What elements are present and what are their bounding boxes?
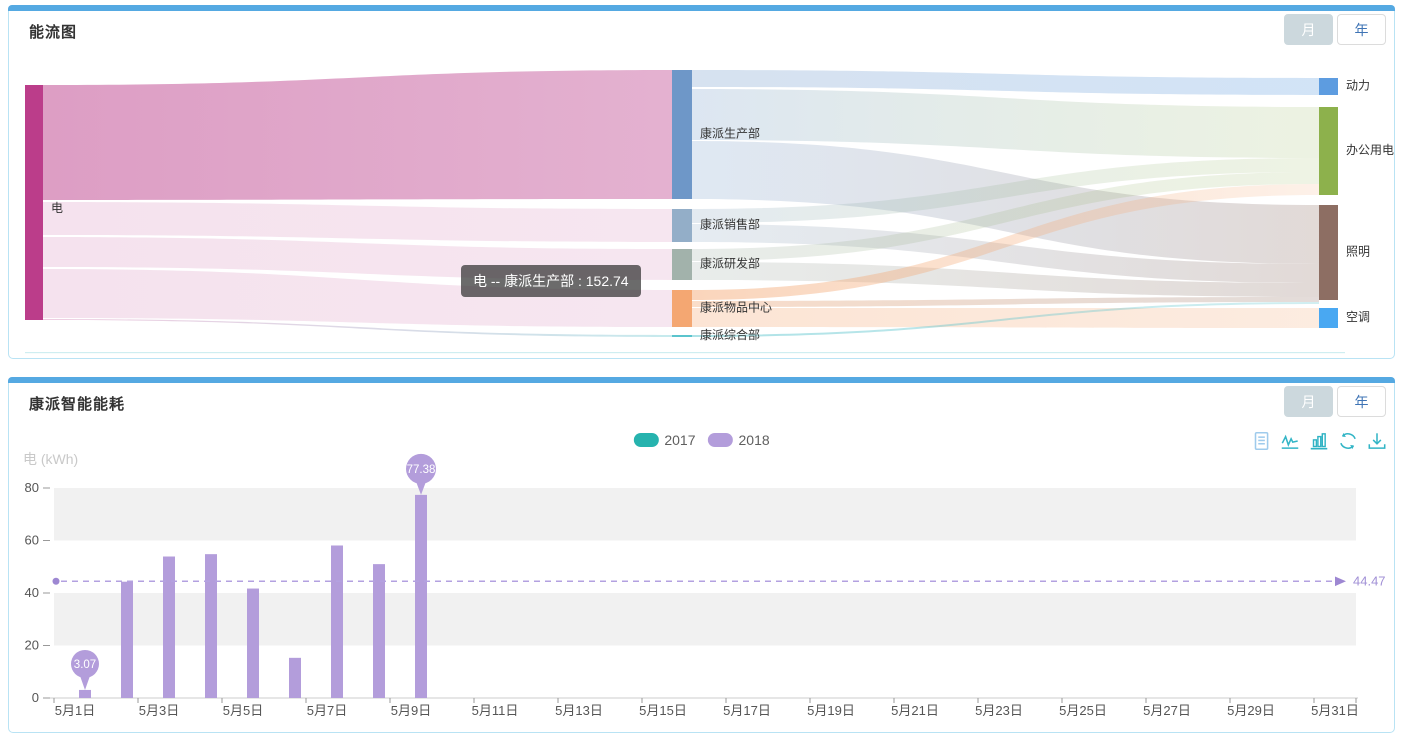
x-tick-label: 5月21日 bbox=[891, 703, 939, 718]
sankey-node-康派销售部[interactable] bbox=[672, 209, 692, 242]
toolbox-bar-chart-icon[interactable] bbox=[1308, 430, 1330, 452]
sankey-link-康派物品中心-照明[interactable] bbox=[692, 297, 1319, 307]
x-tick-label: 5月25日 bbox=[1059, 703, 1107, 718]
sankey-node-label: 动力 bbox=[1346, 79, 1370, 93]
x-tick-label: 5月27日 bbox=[1143, 703, 1191, 718]
sankey-node-label: 康派综合部 bbox=[700, 327, 760, 342]
chart-legend: 2017 2018 bbox=[633, 432, 769, 448]
sankey-link-电-康派生产部[interactable] bbox=[43, 70, 672, 200]
energy-consumption-panel: 康派智能能耗 月 年 2017 2018 电 (kWh) 0 20 40 60 bbox=[8, 377, 1395, 733]
avg-line-label: 44.47 bbox=[1353, 573, 1386, 588]
sankey-node-康派物品中心[interactable] bbox=[672, 290, 692, 327]
avg-line-arrow bbox=[1335, 576, 1346, 586]
min-pin: 3.07 bbox=[71, 650, 99, 690]
sankey-node-label: 空调 bbox=[1346, 310, 1370, 324]
bar-5月8日[interactable] bbox=[373, 564, 385, 698]
avg-line-start-dot bbox=[53, 578, 60, 585]
bar-5月3日[interactable] bbox=[163, 557, 175, 698]
sankey-node-label: 康派销售部 bbox=[700, 217, 760, 232]
energy-flow-panel: 能流图 月 年 电康派生产部康派销售部康派研发部康派物品中心康派综合部动力办公用… bbox=[8, 5, 1395, 359]
x-tick-label: 5月19日 bbox=[807, 703, 855, 718]
sankey-node-康派生产部[interactable] bbox=[672, 70, 692, 199]
sankey-node-办公用电[interactable] bbox=[1319, 107, 1338, 195]
sankey-baseline bbox=[25, 352, 1345, 353]
y-tick-label: 40 bbox=[25, 585, 39, 600]
pin-value: 77.38 bbox=[407, 464, 436, 476]
x-tick-label: 5月5日 bbox=[223, 703, 263, 718]
x-tick-label: 5月1日 bbox=[55, 703, 95, 718]
sankey-node-空调[interactable] bbox=[1319, 308, 1338, 328]
sankey-node-动力[interactable] bbox=[1319, 78, 1338, 95]
bar-5月9日[interactable] bbox=[415, 495, 427, 698]
x-tick-label: 5月23日 bbox=[975, 703, 1023, 718]
toolbox-data-view-icon[interactable] bbox=[1250, 430, 1272, 452]
sankey-node-照明[interactable] bbox=[1319, 205, 1338, 300]
toolbox-line-chart-icon[interactable] bbox=[1279, 430, 1301, 452]
sankey-node-label: 办公用电 bbox=[1346, 142, 1394, 157]
y-tick-label: 20 bbox=[25, 638, 39, 653]
bar-5月2日[interactable] bbox=[121, 582, 133, 698]
sankey-node-label: 康派物品中心 bbox=[700, 300, 772, 315]
legend-label: 2017 bbox=[664, 432, 695, 448]
legend-label: 2018 bbox=[739, 432, 770, 448]
legend-swatch bbox=[708, 433, 733, 447]
pin-value: 3.07 bbox=[74, 659, 96, 671]
y-tick-label: 80 bbox=[25, 480, 39, 495]
chart-toolbox bbox=[1250, 430, 1388, 452]
y-tick-label: 0 bbox=[32, 690, 39, 705]
sankey-link-康派物品中心-空调[interactable] bbox=[692, 308, 1319, 328]
x-tick-label: 5月29日 bbox=[1227, 703, 1275, 718]
bar-5月7日[interactable] bbox=[331, 545, 343, 698]
y-tick-label: 60 bbox=[25, 533, 39, 548]
sankey-link-电-康派销售部[interactable] bbox=[43, 202, 672, 242]
toolbox-refresh-icon[interactable] bbox=[1337, 430, 1359, 452]
sankey-node-label: 电 bbox=[51, 201, 63, 215]
dashboard: { "page": { "accent_blue": "#55a9e2", "p… bbox=[0, 0, 1402, 734]
x-tick-label: 5月11日 bbox=[472, 703, 519, 718]
x-tick-label: 5月15日 bbox=[639, 703, 687, 718]
x-tick-label: 5月31日 bbox=[1311, 703, 1359, 718]
grid-band bbox=[54, 488, 1356, 541]
x-tick-label: 5月9日 bbox=[391, 703, 431, 718]
sankey-node-康派综合部[interactable] bbox=[672, 335, 692, 337]
y-axis-title: 电 (kWh) bbox=[23, 451, 78, 467]
sankey-node-label: 照明 bbox=[1346, 245, 1370, 259]
bar-5月1日[interactable] bbox=[79, 690, 91, 698]
legend-item-2017[interactable]: 2017 bbox=[633, 432, 695, 448]
sankey-chart[interactable]: 电 康派生产部康派销售部康派研发部康派物品中心康派综合部 动力办公用电照明空调 bbox=[9, 6, 1394, 358]
legend-swatch bbox=[633, 433, 658, 447]
x-tick-label: 5月3日 bbox=[139, 703, 179, 718]
toolbox-download-icon[interactable] bbox=[1366, 430, 1388, 452]
sankey-node-康派研发部[interactable] bbox=[672, 249, 692, 280]
sankey-tooltip: 电 -- 康派生产部 : 152.74 bbox=[461, 265, 641, 297]
x-tick-label: 5月7日 bbox=[307, 703, 347, 718]
bar-5月4日[interactable] bbox=[205, 554, 217, 698]
legend-item-2018[interactable]: 2018 bbox=[708, 432, 770, 448]
bar-5月5日[interactable] bbox=[247, 589, 259, 698]
x-tick-label: 5月17日 bbox=[723, 703, 771, 718]
bar-5月6日[interactable] bbox=[289, 658, 301, 698]
sankey-node-label: 康派生产部 bbox=[700, 126, 760, 141]
sankey-node-label: 康派研发部 bbox=[700, 256, 760, 271]
x-tick-label: 5月13日 bbox=[555, 703, 603, 718]
sankey-node-电[interactable] bbox=[25, 85, 43, 320]
